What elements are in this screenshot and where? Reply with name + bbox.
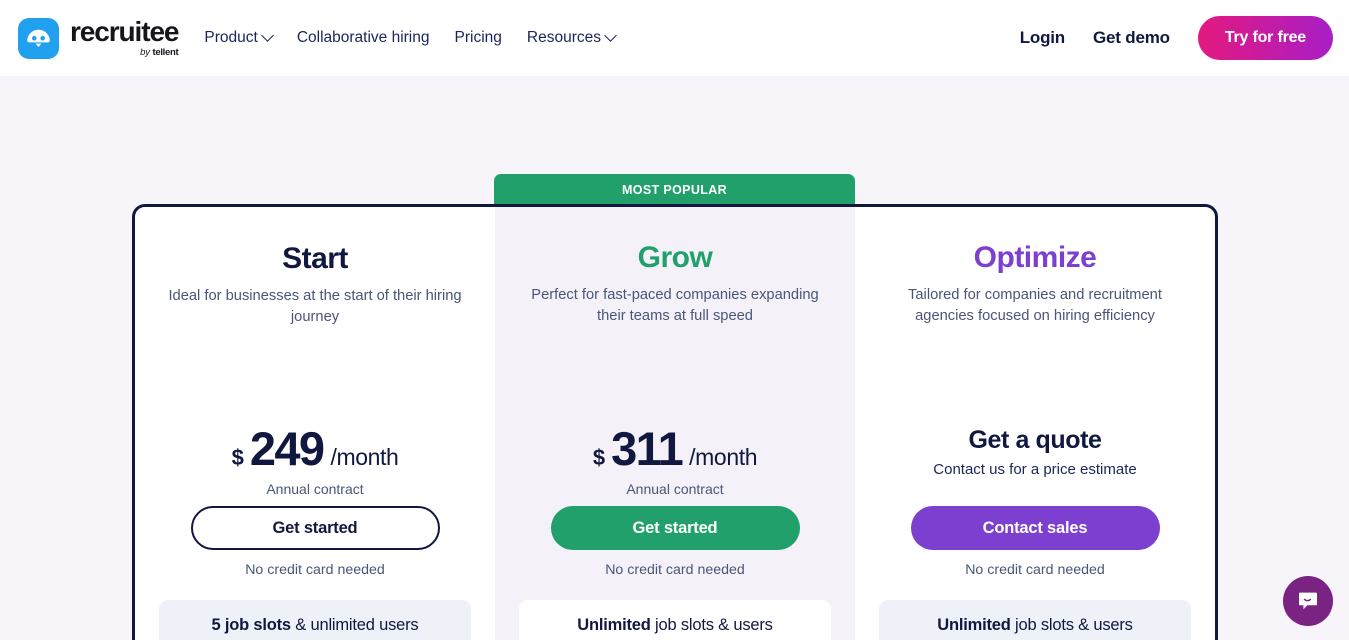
plan-name-optimize: Optimize (973, 241, 1097, 274)
nav-item-product[interactable]: Product (204, 28, 274, 47)
plan-currency-grow: $ (592, 445, 606, 470)
login-link[interactable]: Login (1020, 28, 1065, 48)
get-started-button-grow[interactable]: Get started (550, 506, 800, 550)
pricing-plans-card: Start Ideal for businesses at the start … (132, 204, 1218, 640)
plan-amount-grow: 311 (611, 422, 684, 475)
try-for-free-button[interactable]: Try for free (1197, 16, 1333, 60)
nav-item-pricing[interactable]: Pricing (455, 29, 502, 47)
pricing-section: MOST POPULAR Start Ideal for businesses … (0, 76, 1349, 640)
brand-name: recruitee (70, 16, 179, 48)
contact-sales-button-optimize[interactable]: Contact sales (910, 506, 1160, 550)
plan-description-optimize: Tailored for companies and recruitment a… (908, 286, 1162, 325)
chevron-down-icon (604, 28, 617, 42)
plan-period-start: /month (330, 444, 399, 470)
plan-amount-start: 249 (249, 422, 325, 475)
plan-description-grow: Perfect for fast-paced companies expandi… (531, 286, 819, 325)
plan-description-start: Ideal for businesses at the start of the… (168, 287, 462, 326)
plan-column-grow: Grow Perfect for fast-paced companies ex… (495, 207, 855, 640)
plan-feature-bold-grow: Unlimited (577, 616, 651, 634)
plan-name-start: Start (282, 242, 348, 275)
plan-feature-rest-grow: job slots & users (650, 616, 773, 634)
plan-price-row-start: $ 249 /month (232, 425, 399, 472)
plan-feature-box-grow: Unlimited job slots & users (519, 600, 831, 640)
plan-column-optimize: Optimize Tailored for companies and recr… (855, 207, 1215, 640)
plan-feature-rest-start: & unlimited users (290, 616, 419, 634)
plan-no-card-note-optimize: No credit card needed (965, 562, 1105, 578)
nav-item-resources-label: Resources (526, 29, 601, 46)
brand-subtitle: by tellent (140, 47, 179, 59)
plan-column-start: Start Ideal for businesses at the start … (135, 207, 495, 640)
plan-contract-note-start: Annual contract (266, 481, 364, 497)
plan-currency-start: $ (231, 445, 244, 470)
get-started-button-start[interactable]: Get started (190, 506, 440, 550)
nav-item-collaborative-hiring[interactable]: Collaborative hiring (297, 29, 430, 47)
top-navigation-bar: recruitee by tellent Product Collaborati… (0, 0, 1349, 76)
plan-price-block-start: $ 249 /month Annual contract Get started… (155, 425, 475, 578)
plan-no-card-note-grow: No credit card needed (605, 562, 745, 578)
nav-item-collaborative-hiring-label: Collaborative hiring (296, 29, 430, 46)
plan-quote-subtitle-optimize: Contact us for a price estimate (933, 461, 1137, 478)
chat-bubble-smile-icon[interactable] (1283, 576, 1333, 626)
plan-quote-title-optimize: Get a quote (968, 425, 1102, 454)
plan-name-grow: Grow (637, 241, 713, 274)
plan-price-block-optimize: Get a quote Contact us for a price estim… (875, 425, 1195, 578)
plan-price-block-grow: $ 311 /month Annual contract Get started… (515, 425, 835, 578)
plan-contract-note-grow: Annual contract (626, 481, 724, 497)
plan-price-row-grow: $ 311 /month (592, 422, 758, 475)
nav-item-resources[interactable]: Resources (526, 28, 617, 47)
plan-period-grow: /month (689, 444, 758, 470)
chevron-down-icon (260, 28, 274, 42)
plan-feature-box-start: 5 job slots & unlimited users (159, 600, 471, 640)
most-popular-badge: MOST POPULAR (494, 174, 855, 206)
get-demo-link[interactable]: Get demo (1093, 28, 1170, 48)
nav-actions: Login Get demo Try for free (1020, 16, 1333, 60)
primary-nav-links: Product Collaborative hiring Pricing Res… (204, 28, 617, 47)
recruitee-cloud-people-icon (18, 17, 59, 59)
plan-feature-rest-optimize: job slots & users (1010, 616, 1133, 634)
plan-feature-bold-optimize: Unlimited (937, 616, 1011, 634)
nav-item-pricing-label: Pricing (454, 29, 502, 46)
nav-item-product-label: Product (204, 29, 258, 46)
plan-no-card-note-start: No credit card needed (245, 562, 385, 578)
plan-feature-bold-start: 5 job slots (211, 616, 292, 634)
brand-logo[interactable]: recruitee by tellent (18, 16, 179, 59)
plan-feature-box-optimize: Unlimited job slots & users (879, 600, 1191, 640)
